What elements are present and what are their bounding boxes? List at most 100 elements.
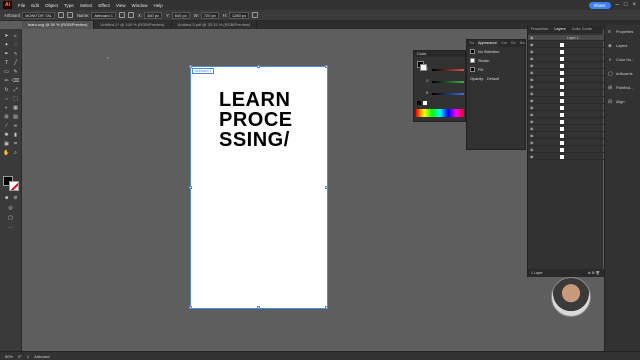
visibility-eye-icon[interactable]: ◉ xyxy=(530,91,534,96)
illustrator-app-icon[interactable]: Ai xyxy=(3,1,12,9)
artboard-tool-icon[interactable]: ▣ xyxy=(3,141,10,148)
menu-help[interactable]: Help xyxy=(153,3,162,8)
preset-dropdown[interactable]: MONITOR TAL xyxy=(22,11,55,19)
handle-bottom-left[interactable] xyxy=(189,306,192,309)
line-tool-icon[interactable]: ╱ xyxy=(12,60,19,67)
fill-row[interactable]: Fill: xyxy=(467,65,525,74)
artboard-navigator[interactable]: 1 xyxy=(27,354,29,359)
handle-middle-left[interactable] xyxy=(189,186,192,189)
menu-effect[interactable]: Effect xyxy=(98,3,109,8)
tab-transparency[interactable]: Tra xyxy=(467,40,476,47)
menu-edit[interactable]: Edit xyxy=(31,3,39,8)
rotation-angle[interactable]: 0° xyxy=(18,354,22,359)
symbol-sprayer-tool-icon[interactable]: ✺ xyxy=(3,132,10,139)
menu-select[interactable]: Select xyxy=(80,3,93,8)
sublayer-row[interactable]: ◉ xyxy=(528,49,604,55)
graph-tool-icon[interactable]: ▮ xyxy=(12,132,19,139)
handle-bottom-right[interactable] xyxy=(325,306,328,309)
blend-tool-icon[interactable]: ∞ xyxy=(12,123,19,130)
visibility-eye-icon[interactable]: ◉ xyxy=(530,133,534,138)
sublayer-row[interactable]: ◉ xyxy=(528,126,604,132)
shape-builder-tool-icon[interactable]: ◐ xyxy=(3,105,10,112)
visibility-eye-icon[interactable]: ◉ xyxy=(530,70,534,75)
screen-mode-icon[interactable]: ▢ xyxy=(7,215,14,222)
transform-icon[interactable] xyxy=(128,12,134,18)
artboard-name-field[interactable]: Artboard 1 xyxy=(91,11,116,19)
sublayer-row[interactable]: ◉ xyxy=(528,77,604,83)
mesh-tool-icon[interactable]: ⊞ xyxy=(3,114,10,121)
width-field[interactable]: 720 px xyxy=(200,11,219,19)
sublayer-row[interactable]: ◉ xyxy=(528,140,604,146)
none-mode-icon[interactable]: ⊘ xyxy=(12,195,19,202)
visibility-eye-icon[interactable]: ◉ xyxy=(530,126,534,131)
selection-tool-icon[interactable]: ➤ xyxy=(3,33,10,40)
handle-middle-right[interactable] xyxy=(325,186,328,189)
gradient-tool-icon[interactable]: ▤ xyxy=(12,114,19,121)
magic-wand-tool-icon[interactable]: ✦ xyxy=(3,42,10,49)
red-slider[interactable] xyxy=(432,69,464,71)
tab-swatches[interactable]: Sw xyxy=(509,40,518,47)
height-field[interactable]: 1280 px xyxy=(228,11,250,19)
visibility-eye-icon[interactable]: ◉ xyxy=(530,112,534,117)
layer-row-top[interactable]: ◉ Layer 1 xyxy=(528,35,604,41)
visibility-eye-icon[interactable]: ◉ xyxy=(530,84,534,89)
visibility-eye-icon[interactable]: ◉ xyxy=(530,63,534,68)
handle-top-left[interactable] xyxy=(189,65,192,68)
lasso-tool-icon[interactable]: ◌ xyxy=(12,42,19,49)
green-slider[interactable] xyxy=(432,81,464,83)
dock-color-guide[interactable]: ◑ Color Gu... xyxy=(605,53,640,67)
move-with-artboard-icon[interactable] xyxy=(66,12,73,18)
scale-tool-icon[interactable]: ⤢ xyxy=(12,87,19,94)
edit-toolbar-icon[interactable]: ⋯ xyxy=(7,225,14,232)
direct-selection-tool-icon[interactable]: ▹ xyxy=(12,33,19,40)
dock-align[interactable]: ⊟ Align xyxy=(605,95,640,109)
sublayer-row[interactable]: ◉ xyxy=(528,98,604,104)
pen-tool-icon[interactable]: ✒ xyxy=(3,51,10,58)
sublayer-row[interactable]: ◉ xyxy=(528,56,604,62)
dock-pathfinder[interactable]: ⊞ Pathfind... xyxy=(605,81,640,95)
menu-file[interactable]: File xyxy=(18,3,25,8)
visibility-eye-icon[interactable]: ◉ xyxy=(530,56,534,61)
sublayer-row[interactable]: ◉ xyxy=(528,147,604,153)
maximize-icon[interactable]: □ xyxy=(624,1,628,9)
dock-layers[interactable]: ◈ Layers xyxy=(605,39,640,53)
opacity-row[interactable]: Opacity: Default xyxy=(467,74,525,83)
visibility-eye-icon[interactable]: ◉ xyxy=(530,147,534,152)
blue-slider[interactable] xyxy=(432,93,464,95)
sublayer-row[interactable]: ◉ xyxy=(528,84,604,90)
sublayer-row[interactable]: ◉ xyxy=(528,154,604,160)
artboard-options-icon[interactable] xyxy=(57,12,64,18)
artwork-text[interactable]: LEARN PROCE SSING/ xyxy=(219,90,319,150)
close-icon[interactable]: × xyxy=(632,1,636,9)
artboard[interactable]: LEARN PROCE SSING/ xyxy=(190,66,328,309)
layer-actions-icon[interactable]: ⊕ ⊞ 🗑 xyxy=(588,269,600,277)
free-transform-tool-icon[interactable]: ⬚ xyxy=(12,96,19,103)
visibility-eye-icon[interactable]: ◉ xyxy=(530,35,534,40)
y-field[interactable]: 640 px xyxy=(171,11,190,19)
color-panel-title[interactable]: Color xyxy=(414,51,465,57)
white-chip[interactable] xyxy=(423,101,427,105)
appearance-row[interactable]: No Selection xyxy=(467,47,525,56)
rectangle-tool-icon[interactable]: ▭ xyxy=(3,69,10,76)
dock-artboards[interactable]: ▢ Artboards xyxy=(605,67,640,81)
black-chip[interactable] xyxy=(417,101,421,105)
artboard-label[interactable]: Artboard 1 xyxy=(192,68,215,74)
tab-color-guide[interactable]: Color Guide xyxy=(569,25,595,33)
sublayer-row[interactable]: ◉ xyxy=(528,91,604,97)
visibility-eye-icon[interactable]: ◉ xyxy=(530,98,534,103)
pencil-tool-icon[interactable]: ✏ xyxy=(3,78,10,85)
sublayer-row[interactable]: ◉ xyxy=(528,112,604,118)
sublayer-row[interactable]: ◉ xyxy=(528,42,604,48)
visibility-eye-icon[interactable]: ◉ xyxy=(530,42,534,47)
tab-properties[interactable]: Properties xyxy=(528,25,551,33)
eyedropper-tool-icon[interactable]: ⁄ xyxy=(3,123,10,130)
stroke-row[interactable]: Stroke: xyxy=(467,56,525,65)
slice-tool-icon[interactable]: ⌗ xyxy=(12,141,19,148)
visibility-eye-icon[interactable]: ◉ xyxy=(530,119,534,124)
share-button[interactable]: Share xyxy=(588,1,611,9)
visibility-eye-icon[interactable]: ◉ xyxy=(530,77,534,82)
sublayer-row[interactable]: ◉ xyxy=(528,105,604,111)
visibility-eye-icon[interactable]: ◉ xyxy=(530,140,534,145)
visibility-eye-icon[interactable]: ◉ xyxy=(530,154,534,159)
sublayer-row[interactable]: ◉ xyxy=(528,133,604,139)
